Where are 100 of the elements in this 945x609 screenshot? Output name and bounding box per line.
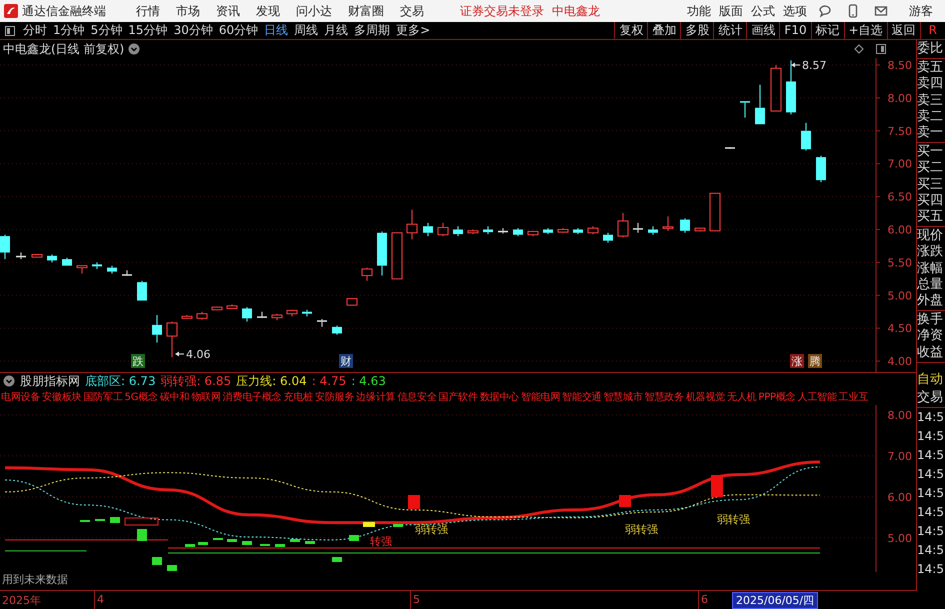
candlestick [633,222,643,234]
signal-label: 弱转强 [415,523,448,536]
period-tab[interactable]: 更多> [396,22,430,39]
period-tab[interactable]: 1分钟 [53,22,85,39]
event-marker[interactable]: 腾 [808,354,822,368]
period-tab[interactable]: 30分钟 [174,22,213,39]
notice-link[interactable]: 证券交易未登录 [460,2,544,20]
menu-item[interactable]: 行情 [136,2,160,20]
indicator-bar [95,519,105,521]
toolbar-button[interactable]: 返回 [886,22,920,39]
price-tick: 8.50 [888,59,912,72]
quote-label: 换手 [917,312,944,328]
indicator-bar [349,535,359,541]
candlestick [257,311,267,318]
candlestick [137,280,147,302]
period-tab[interactable]: 15分钟 [128,22,168,39]
signal-label: 转强 [370,535,392,548]
indicator-bar [152,557,162,565]
trade-time: 14:5 [917,560,945,578]
date-tick: 6 [701,593,708,606]
corner-button[interactable]: R [920,22,945,39]
candlestick [740,100,750,118]
notice-link[interactable]: 中电鑫龙 [552,2,600,20]
menu-item[interactable]: 选项 [783,2,807,20]
quote-label: 现价 [917,228,944,244]
candlestick [47,254,57,263]
period-tab[interactable]: 5分钟 [90,22,122,39]
concept-tag: 工业互 [838,390,868,404]
candlestick [212,306,222,310]
toolbar-button[interactable]: 标记 [810,22,844,39]
menu-item[interactable]: 功能 [687,2,711,20]
event-marker[interactable]: 跌 [131,354,145,368]
dropdown-icon[interactable] [128,43,140,55]
menu-item[interactable]: 版面 [719,2,743,20]
period-tab[interactable]: 日线 [264,22,288,39]
candlestick [770,64,782,112]
candlestick [483,226,493,235]
indicator-bar [137,529,147,541]
concept-tag: 智能电网 [520,390,560,404]
concept-tag: 国防军工 [83,390,123,404]
menu-item[interactable]: 交易 [400,2,424,20]
menu-item[interactable]: 发现 [256,2,280,20]
indicator-tick: 5.00 [888,532,912,545]
candlestick [92,262,102,270]
panel-toggle-icon[interactable] [876,44,886,54]
indicator-value: : 4.63 [351,374,386,388]
event-marker[interactable]: 涨 [790,354,804,368]
chat-bubble-icon[interactable] [818,4,832,18]
quote-label: 卖四 [917,76,944,93]
mail-icon[interactable] [874,4,888,18]
toolbar-button[interactable]: 统计 [713,22,746,39]
diamond-icon[interactable] [854,44,864,54]
period-tab[interactable]: 多周期 [354,22,390,39]
menu-item[interactable]: 资讯 [216,2,240,20]
candlestick [107,265,117,274]
concept-tag: 人工智能 [797,390,837,404]
dropdown-icon[interactable] [3,375,15,387]
period-tab[interactable]: 周线 [294,22,318,39]
trade-tab[interactable]: 自动 [917,370,945,389]
menu-item[interactable]: 公式 [751,2,775,20]
panel-toggle-icon[interactable] [5,26,15,36]
quote-label: 卖五 [917,60,944,76]
high-pointer-icon [791,62,800,68]
candlestick [196,311,208,320]
quote-label: 净资 [917,328,944,345]
menu-item[interactable]: 财富圈 [348,2,384,20]
toolbar-button[interactable]: 画线 [746,22,780,39]
cursor-date: 2025/06/05/四 [732,592,818,609]
indicator-bar [227,539,237,542]
concept-tag: 国产软件 [438,390,478,404]
candlestick [588,226,598,235]
toolbar-button[interactable]: +自选 [844,22,887,39]
candlestick [786,60,796,115]
menu-item[interactable]: 市场 [176,2,200,20]
toolbar-button[interactable]: F10 [779,22,811,39]
concept-tag: 充电桩 [284,390,313,404]
signal-block [711,475,723,497]
phone-icon[interactable] [846,4,860,18]
candlestick [662,216,674,232]
candlestick [0,234,10,260]
price-tick: 4.50 [888,322,912,336]
period-tab[interactable]: 月线 [324,22,348,39]
toolbar-button[interactable]: 多股 [680,22,714,39]
menu-item[interactable]: 问小达 [296,2,332,20]
candlestick [32,253,42,258]
user-label[interactable]: 游客 [909,2,933,20]
toolbar-button[interactable]: 叠加 [647,22,680,39]
concept-tag: 智能交通 [562,390,602,404]
indicator-bar [260,544,270,546]
event-marker[interactable]: 财 [339,354,353,368]
quote-label: 卖二 [917,108,944,125]
period-tab[interactable]: 60分钟 [218,22,258,39]
toolbar-button[interactable]: 复权 [614,22,648,39]
quote-label: 卖三 [917,92,944,109]
period-tab[interactable]: 分时 [23,22,47,39]
quote-label: 委比 [917,41,944,58]
quote-label: 买三 [917,176,944,193]
candlestick [392,232,402,280]
logo-icon [4,4,18,18]
candlestick [618,212,628,238]
